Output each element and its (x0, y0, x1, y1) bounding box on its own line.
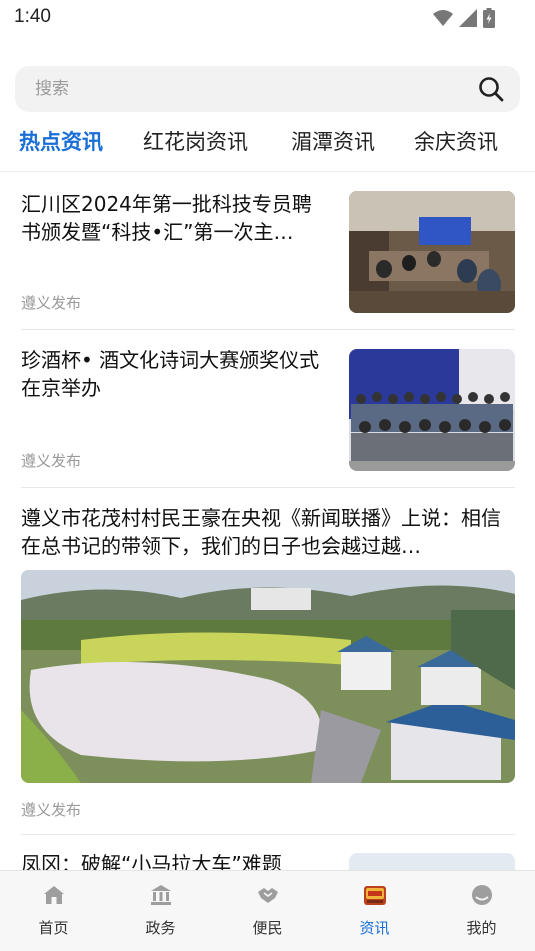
nav-government[interactable]: 政务 (107, 871, 214, 951)
search-bar[interactable] (15, 66, 520, 112)
home-icon (44, 886, 64, 904)
search-input[interactable] (15, 66, 455, 112)
nav-convenience[interactable]: 便民 (214, 871, 321, 951)
news-item[interactable]: 遵义市花茂村村民王豪在央视《新闻联播》上说：相信在总书记的带领下，我们的日子也会… (21, 504, 515, 824)
category-tabs: 热点资讯 红花岗资讯 湄潭资讯 余庆资讯 (0, 118, 535, 170)
news-item[interactable]: 凤冈：破解“小马拉大车”难题 (21, 850, 515, 870)
news-source: 遵义发布 (21, 294, 82, 312)
nav-news[interactable]: 资讯 (321, 871, 428, 951)
search-icon[interactable] (478, 76, 504, 102)
status-icons (433, 8, 495, 28)
bottom-nav: 首页 政务 便民 资讯 我的 (0, 870, 535, 951)
news-thumbnail (349, 853, 515, 870)
news-title: 珍酒杯• 酒文化诗词大赛颁奖仪式在京举办 (21, 348, 320, 400)
news-thumbnail (349, 349, 515, 471)
nav-label: 首页 (38, 919, 69, 937)
nav-label: 政务 (145, 919, 176, 937)
profile-icon (472, 885, 492, 905)
news-source: 遵义发布 (21, 452, 82, 470)
nav-label: 便民 (252, 919, 283, 937)
news-title: 遵义市花茂村村民王豪在央视《新闻联播》上说：相信在总书记的带领下，我们的日子也会… (21, 506, 501, 558)
battery-icon (483, 8, 495, 28)
status-bar: 1:40 (0, 0, 535, 38)
news-thumbnail (349, 191, 515, 313)
nav-label: 我的 (466, 919, 497, 937)
tab-yuqing-news[interactable]: 余庆资讯 (414, 126, 498, 156)
news-item[interactable]: 汇川区2024年第一批科技专员聘书颁发暨“科技•汇”第一次主… 遵义发布 (21, 190, 515, 314)
wifi-icon (433, 10, 453, 26)
nav-mine[interactable]: 我的 (428, 871, 535, 951)
news-badge-icon (364, 886, 386, 905)
news-source: 遵义发布 (21, 801, 82, 819)
news-item[interactable]: 珍酒杯• 酒文化诗词大赛颁奖仪式在京举办 遵义发布 (21, 346, 515, 471)
handshake-icon (258, 888, 278, 903)
divider (21, 329, 515, 330)
divider (21, 487, 515, 488)
tab-meitan-news[interactable]: 湄潭资讯 (291, 126, 375, 156)
divider (21, 834, 515, 835)
tab-hot-news[interactable]: 热点资讯 (19, 126, 103, 156)
news-title: 凤冈：破解“小马拉大车”难题 (21, 852, 282, 870)
signal-icon (459, 9, 477, 27)
news-image (21, 570, 515, 783)
status-time: 1:40 (14, 6, 51, 27)
tab-honghuagang-news[interactable]: 红花岗资讯 (143, 126, 248, 156)
nav-home[interactable]: 首页 (0, 871, 107, 951)
nav-label: 资讯 (359, 919, 390, 937)
news-feed[interactable]: 汇川区2024年第一批科技专员聘书颁发暨“科技•汇”第一次主… 遵义发布 珍酒杯… (0, 172, 535, 870)
news-title: 汇川区2024年第一批科技专员聘书颁发暨“科技•汇”第一次主… (21, 192, 312, 244)
government-building-icon (151, 885, 171, 905)
